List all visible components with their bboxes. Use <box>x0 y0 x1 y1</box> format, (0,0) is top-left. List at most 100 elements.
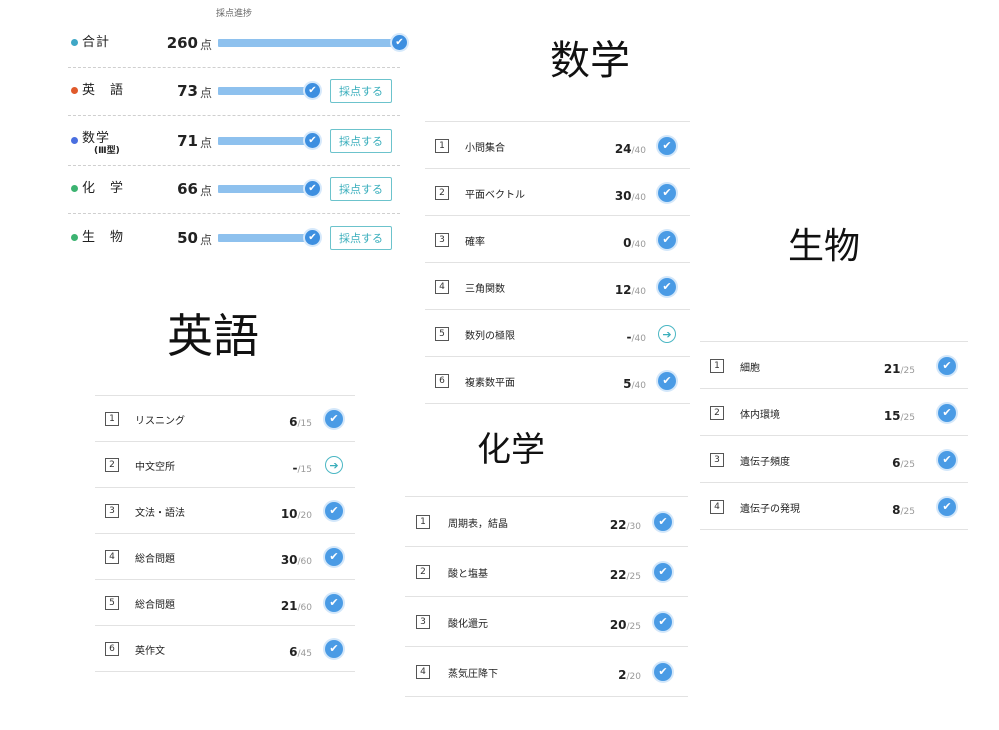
score-max: /60 <box>297 557 312 567</box>
question-score: 2/20 <box>618 664 641 683</box>
subject-score: 66 <box>177 180 198 198</box>
check-icon[interactable]: ✔ <box>938 450 956 469</box>
question-row[interactable]: 2 酸と塩基 22/25 ✔ <box>405 547 688 597</box>
question-name: リスニング <box>135 416 185 427</box>
score-max: /30 <box>626 522 641 532</box>
question-score: 8/25 <box>892 499 915 518</box>
score-value: 22 <box>609 568 627 582</box>
question-score: 0/40 <box>623 232 646 251</box>
check-icon[interactable]: ✔ <box>654 563 672 581</box>
question-score: 22/30 <box>610 514 641 533</box>
check-icon[interactable]: ✔ <box>325 548 343 566</box>
score-value: 15 <box>883 408 901 423</box>
question-row[interactable]: 3 文法・語法 10/20 ✔ <box>95 488 355 534</box>
score-value: 6 <box>289 415 298 429</box>
question-row[interactable]: 6 英作文 6/45 ✔ <box>95 626 355 672</box>
question-number: 2 <box>710 405 724 420</box>
score-value: 2 <box>618 668 627 682</box>
progress-bar-fill <box>218 137 313 145</box>
question-score: 24/40 <box>615 138 646 157</box>
question-row[interactable]: 4 蒸気圧降下 2/20 ✔ <box>405 647 688 697</box>
score-max: /25 <box>900 506 915 517</box>
question-row[interactable]: 1 リスニング 6/15 ✔ <box>95 396 355 442</box>
biology-heading: 生物 <box>788 226 861 267</box>
check-icon[interactable]: ✔ <box>325 640 343 658</box>
arrow-right-icon[interactable]: ➔ <box>325 456 343 474</box>
question-score: 6/45 <box>289 641 312 660</box>
question-row[interactable]: 4 遺伝子の発現 8/25 ✔ <box>700 483 968 530</box>
score-value: 8 <box>892 502 901 517</box>
score-value: 30 <box>280 553 298 567</box>
score-value: 21 <box>280 599 298 613</box>
score-value: 0 <box>623 235 632 250</box>
subject-name: 合計 <box>82 35 110 50</box>
question-name: 遺伝子の発現 <box>740 503 800 515</box>
check-icon[interactable]: ✔ <box>658 136 676 155</box>
question-row[interactable]: 3 確率 0/40 ✔ <box>425 216 690 263</box>
score-value: 20 <box>609 618 627 632</box>
question-row[interactable]: 3 酸化還元 20/25 ✔ <box>405 597 688 647</box>
question-row[interactable]: 1 小問集合 24/40 ✔ <box>425 122 690 169</box>
question-score: 5/40 <box>623 373 646 392</box>
score-button[interactable]: 採点する <box>330 177 392 201</box>
subject-name-text: 英 語 <box>82 83 125 98</box>
check-icon[interactable]: ✔ <box>654 513 672 531</box>
question-row[interactable]: 2 体内環境 15/25 ✔ <box>700 389 968 436</box>
question-row[interactable]: 3 遺伝子頻度 6/25 ✔ <box>700 436 968 483</box>
score-unit: 点 <box>200 136 213 150</box>
score-value: 6 <box>289 645 298 659</box>
arrow-right-icon[interactable]: ➔ <box>658 324 676 343</box>
check-icon: ✔ <box>305 133 320 148</box>
score-value: 10 <box>280 507 298 521</box>
subject-score: 260 <box>166 34 198 52</box>
score-max: /25 <box>900 365 915 376</box>
check-icon[interactable]: ✔ <box>325 410 343 428</box>
check-icon[interactable]: ✔ <box>654 613 672 631</box>
check-icon[interactable]: ✔ <box>658 371 676 390</box>
subject-score: 50 <box>177 229 198 247</box>
subject-name: 化 学 <box>82 181 124 196</box>
subject-name-text: 合計 <box>82 35 111 50</box>
score-value: 6 <box>892 455 901 470</box>
score-button[interactable]: 採点する <box>330 79 392 103</box>
question-row[interactable]: 1 細胞 21/25 ✔ <box>700 342 968 389</box>
subject-name-text: 数学 <box>82 131 111 146</box>
summary-row: 化 学 66 点 ✔ 採点する <box>68 165 400 214</box>
check-icon[interactable]: ✔ <box>938 356 956 375</box>
question-score: 6/15 <box>289 411 312 430</box>
question-row[interactable]: 5 総合問題 21/60 ✔ <box>95 580 355 626</box>
score-button[interactable]: 採点する <box>330 129 392 153</box>
check-icon[interactable]: ✔ <box>658 183 676 202</box>
question-score: 22/25 <box>610 564 641 583</box>
subject-color-dot <box>71 234 78 241</box>
check-icon[interactable]: ✔ <box>658 277 676 296</box>
check-icon[interactable]: ✔ <box>325 594 343 612</box>
chemistry-question-list: 1 周期表，結晶 22/30 ✔ 2 酸と塩基 22/25 ✔ 3 酸化還元 20/25 ✔ 4 蒸気圧降… <box>405 496 688 697</box>
question-row[interactable]: 2 中文空所 -/15 ➔ <box>95 442 355 488</box>
question-row[interactable]: 1 周期表，結晶 22/30 ✔ <box>405 497 688 547</box>
question-row[interactable]: 4 総合問題 30/60 ✔ <box>95 534 355 580</box>
question-number: 1 <box>435 138 449 153</box>
question-name: 複素数平面 <box>465 377 515 389</box>
check-icon[interactable]: ✔ <box>658 230 676 249</box>
check-icon[interactable]: ✔ <box>938 403 956 422</box>
question-score: 12/40 <box>615 279 646 298</box>
question-score: 6/25 <box>892 452 915 471</box>
summary-row: 合計 260 点 ✔ <box>68 19 407 68</box>
question-score: 10/20 <box>281 503 312 522</box>
question-number: 4 <box>105 550 119 564</box>
question-row[interactable]: 6 複素数平面 5/40 ✔ <box>425 357 690 404</box>
score-max: /15 <box>297 419 312 429</box>
question-row[interactable]: 2 平面ベクトル 30/40 ✔ <box>425 169 690 216</box>
math-question-list: 1 小問集合 24/40 ✔ 2 平面ベクトル 30/40 ✔ 3 確率 0/40 ✔ 4 三角関数 12/… <box>425 121 690 404</box>
question-row[interactable]: 5 数列の極限 -/40 ➔ <box>425 310 690 357</box>
check-icon[interactable]: ✔ <box>654 663 672 681</box>
score-button[interactable]: 採点する <box>330 226 392 250</box>
question-row[interactable]: 4 三角関数 12/40 ✔ <box>425 263 690 310</box>
question-number: 6 <box>435 373 449 388</box>
progress-bar: ✔ <box>218 181 320 196</box>
check-icon[interactable]: ✔ <box>325 502 343 520</box>
question-number: 4 <box>435 279 449 294</box>
check-icon[interactable]: ✔ <box>938 497 956 516</box>
score-unit: 点 <box>200 184 213 198</box>
